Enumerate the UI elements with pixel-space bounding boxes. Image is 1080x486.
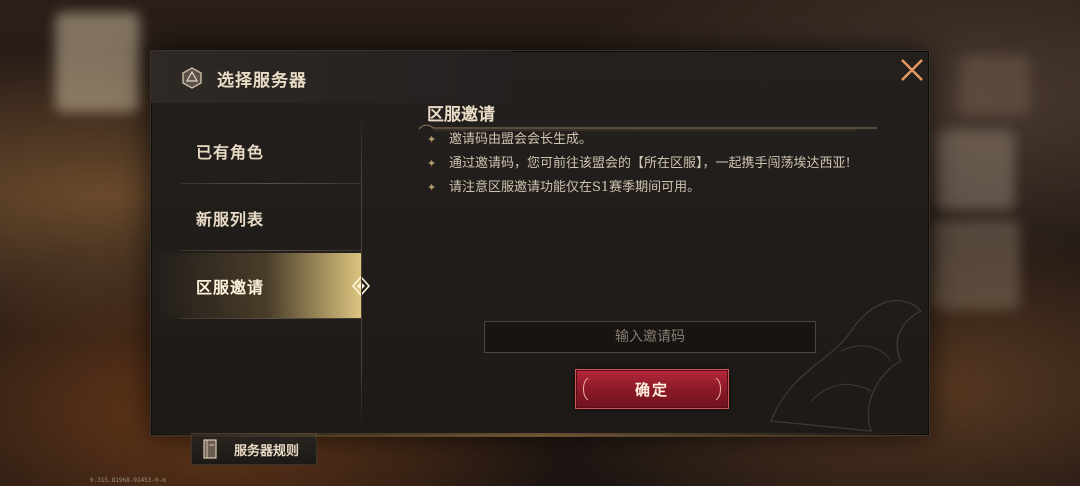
background-blur-tile [960,55,1030,115]
button-ornament [715,377,721,401]
list-item: ✦ 请注意区服邀请功能仅在S1赛季期间可用。 [427,177,867,199]
tab-divider [181,183,361,184]
dice-icon [182,67,202,89]
tab-divider [181,250,361,251]
tab-label: 新服列表 [196,210,265,229]
dialog-header: 选择服务器 [151,51,511,103]
bullet-star-icon: ✦ [427,181,437,194]
server-rules-button[interactable]: 服务器规则 [191,433,317,465]
tab-new-servers[interactable]: 新服列表 [151,185,361,251]
dialog-title: 选择服务器 [217,71,307,91]
tab-server-invite[interactable]: 区服邀请 [151,253,371,319]
confirm-label: 确定 [634,381,669,399]
build-version-text: 0.315.81968-91453-0-m [90,477,166,484]
bullet-text: 请注意区服邀请功能仅在S1赛季期间可用。 [449,180,701,195]
background-blur-tile [935,130,1015,210]
invite-info-list: ✦ 邀请码由盟会会长生成。 ✦ 通过邀请码，您可前往该盟会的【所在区服】，一起携… [427,129,867,201]
tab-existing-characters[interactable]: 已有角色 [151,118,361,184]
bullet-text: 邀请码由盟会会长生成。 [449,132,593,147]
bullet-text: 通过邀请码，您可前往该盟会的【所在区服】，一起携手闯荡埃达西亚! [449,156,851,171]
book-icon [203,439,217,459]
invite-code-input[interactable] [484,321,816,353]
tab-label: 已有角色 [196,143,265,162]
side-divider [361,111,362,429]
tab-divider [181,318,361,319]
confirm-button[interactable]: 确定 [575,369,729,409]
bullet-star-icon: ✦ [427,157,437,170]
server-rules-label: 服务器规则 [234,444,300,459]
list-item: ✦ 通过邀请码，您可前往该盟会的【所在区服】，一起携手闯荡埃达西亚! [427,153,867,175]
list-item: ✦ 邀请码由盟会会长生成。 [427,129,867,151]
close-icon[interactable] [899,57,925,83]
background-blur-tile [55,12,140,112]
background-blur-tile [930,220,1020,310]
bullet-star-icon: ✦ [427,133,437,146]
side-tab-list: 已有角色 新服列表 区服邀请 服务器规则 [151,103,371,465]
tab-label: 区服邀请 [196,278,265,297]
server-select-dialog: 选择服务器 已有角色 新服列表 区服邀请 服务器规则 区服邀请 ✦ 邀请码由盟会… [150,50,930,465]
section-heading: 区服邀请 [427,105,495,125]
